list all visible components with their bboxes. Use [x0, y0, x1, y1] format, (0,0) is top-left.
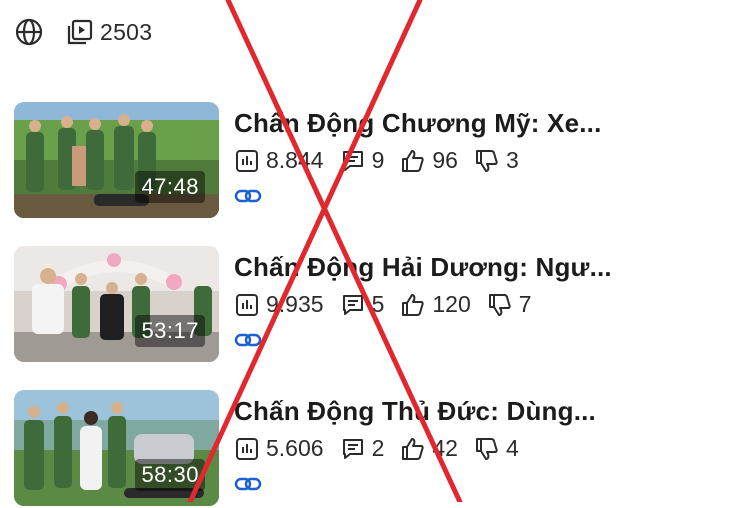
thumbs-up-icon[interactable] — [400, 436, 426, 462]
views-chart-icon — [234, 292, 260, 318]
video-count: 2503 — [100, 18, 153, 45]
link-icon[interactable] — [234, 474, 262, 494]
video-duration: 58:30 — [135, 459, 205, 491]
video-duration: 47:48 — [135, 171, 205, 203]
video-stats: 5.606 2 42 4 — [234, 435, 535, 462]
video-list-item[interactable]: 47:48 Chấn Động Chương Mỹ: Xe... 8.844 9… — [14, 102, 734, 220]
dislike-count: 4 — [505, 435, 519, 461]
video-stats: 8.844 9 96 3 — [234, 147, 535, 174]
video-thumbnail[interactable]: 58:30 — [14, 390, 219, 506]
video-duration: 53:17 — [135, 315, 205, 347]
views-chart-icon — [234, 436, 260, 462]
video-thumbnail[interactable]: 53:17 — [14, 246, 219, 362]
view-count: 8.844 — [266, 147, 324, 173]
top-bar: 2503 — [14, 14, 152, 50]
dislike-count: 3 — [505, 147, 519, 173]
comment-icon[interactable] — [340, 148, 366, 174]
video-library-icon — [66, 18, 94, 46]
video-stats: 9.935 5 120 7 — [234, 291, 548, 318]
thumbs-up-icon[interactable] — [400, 148, 426, 174]
video-thumbnail[interactable]: 47:48 — [14, 102, 219, 218]
comment-icon[interactable] — [340, 436, 366, 462]
link-icon[interactable] — [234, 330, 262, 350]
video-title[interactable]: Chấn Động Hải Dương: Ngư... — [234, 252, 612, 283]
comment-count: 9 — [371, 147, 385, 173]
globe-icon[interactable] — [14, 17, 44, 47]
video-list-item[interactable]: 58:30 Chấn Động Thủ Đức: Dùng... 5.606 2… — [14, 390, 734, 508]
link-icon[interactable] — [234, 186, 262, 206]
view-count: 9.935 — [266, 291, 324, 317]
video-title[interactable]: Chấn Động Chương Mỹ: Xe... — [234, 108, 602, 139]
comment-count: 5 — [371, 291, 385, 317]
video-list-item[interactable]: 53:17 Chấn Động Hải Dương: Ngư... 9.935 … — [14, 246, 734, 364]
video-title[interactable]: Chấn Động Thủ Đức: Dùng... — [234, 396, 596, 427]
thumbs-up-icon[interactable] — [400, 292, 426, 318]
view-count: 5.606 — [266, 435, 324, 461]
views-chart-icon — [234, 148, 260, 174]
like-count: 96 — [432, 147, 458, 173]
like-count: 42 — [432, 435, 458, 461]
dislike-count: 7 — [518, 291, 532, 317]
like-count: 120 — [432, 291, 471, 317]
comment-icon[interactable] — [340, 292, 366, 318]
comment-count: 2 — [371, 435, 385, 461]
thumbs-down-icon[interactable] — [487, 292, 513, 318]
thumbs-down-icon[interactable] — [474, 436, 500, 462]
thumbs-down-icon[interactable] — [474, 148, 500, 174]
